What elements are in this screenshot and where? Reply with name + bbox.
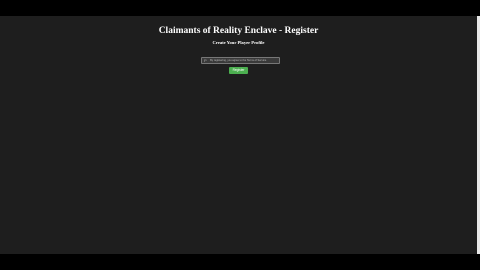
page-title: Claimants of Reality Enclave - Register (158, 26, 319, 36)
name-input-container (201, 49, 280, 64)
terms-notice: By registering, you agree to the Terms o… (210, 59, 267, 62)
register-button[interactable]: Register (229, 67, 248, 74)
bottom-letterbox-bar (0, 254, 480, 270)
page-subtitle: Create Your Player Profile (212, 40, 265, 45)
top-letterbox-bar (0, 0, 480, 16)
page-viewport: Claimants of Reality Enclave - Register … (0, 16, 477, 254)
